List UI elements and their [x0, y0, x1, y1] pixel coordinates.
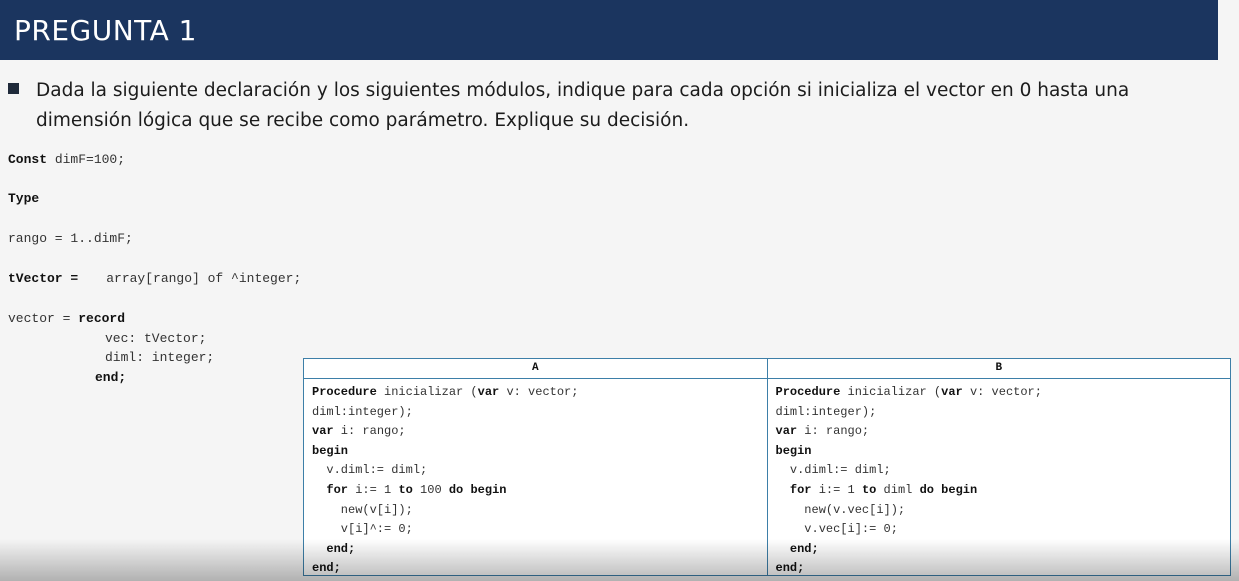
- rango-line: rango = 1..dimF;: [8, 231, 133, 246]
- code-line: for i:= 1 to 100 do begin: [326, 482, 507, 497]
- type-line: Type: [8, 191, 40, 206]
- code-line: end;: [775, 561, 805, 576]
- option-a-code: Procedure inicializar (var v: vector; di…: [304, 379, 767, 579]
- option-a-column: A Procedure inicializar (var v: vector; …: [304, 359, 767, 575]
- code-line: var i: rango;: [312, 424, 406, 439]
- code-line: new(v.vec[i]);: [775, 502, 906, 517]
- const-line: Const dimF=100;: [8, 152, 126, 167]
- code-line: Procedure inicializar (var v: vector;: [312, 385, 579, 399]
- code-line: v.diml:= diml;: [312, 463, 428, 478]
- code-line: diml:integer);: [775, 404, 877, 419]
- options-table: A Procedure inicializar (var v: vector; …: [303, 358, 1231, 576]
- record-end-line: end;: [95, 370, 127, 385]
- code-line: end;: [312, 561, 341, 576]
- code-line: v.diml:= diml;: [775, 463, 891, 478]
- code-line: Procedure inicializar (var v: vector;: [775, 385, 1042, 399]
- option-b-code: Procedure inicializar (var v: vector; di…: [768, 379, 1231, 579]
- option-b-column: B Procedure inicializar (var v: vector; …: [766, 359, 1230, 575]
- bullet-square-icon: [8, 83, 19, 94]
- code-line: begin: [775, 443, 812, 458]
- code-line: new(v[i]);: [312, 502, 413, 517]
- page-title: PREGUNTA 1: [14, 14, 197, 47]
- question-row: Dada la siguiente declaración y los sigu…: [8, 76, 1223, 136]
- tvector-line: tVector = array[rango] of ^integer;: [8, 271, 302, 286]
- code-line: end;: [789, 541, 819, 556]
- code-line: diml:integer);: [312, 404, 413, 419]
- diml-field-line: diml: integer;: [105, 350, 215, 365]
- option-b-header: B: [767, 359, 1230, 379]
- title-bar: PREGUNTA 1: [0, 0, 1218, 60]
- option-a-header: A: [304, 359, 767, 379]
- code-line: for i:= 1 to diml do begin: [789, 482, 978, 497]
- code-line: begin: [312, 443, 349, 458]
- code-line: end;: [326, 541, 356, 556]
- vec-field-line: vec: tVector;: [105, 331, 207, 346]
- code-line: var i: rango;: [775, 424, 870, 439]
- question-text: Dada la siguiente declaración y los sigu…: [36, 80, 1130, 131]
- vector-line: vector = record: [8, 311, 126, 326]
- code-line: v.vec[i]:= 0;: [775, 522, 898, 537]
- code-line: v[i]^:= 0;: [312, 522, 413, 537]
